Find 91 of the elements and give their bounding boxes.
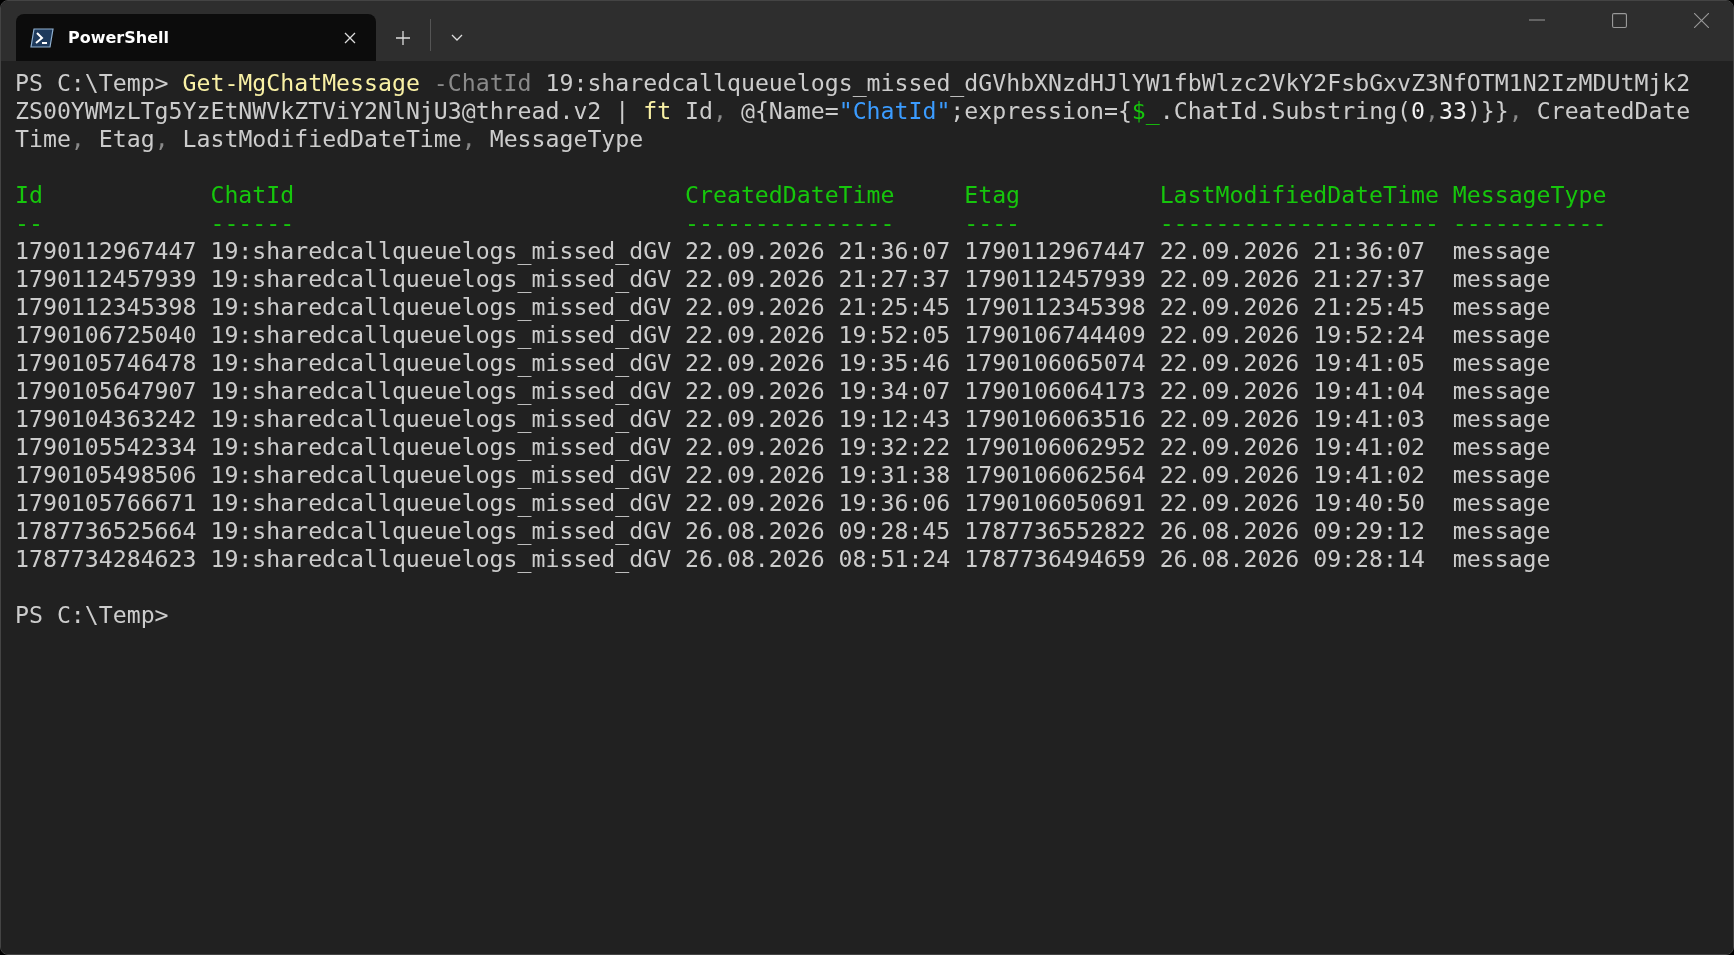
column-header: Id [15, 181, 43, 209]
table-cell: 26.08.2026 09:29:12 [1159, 517, 1425, 545]
table-cell: 1790105542334 [15, 433, 197, 461]
table-cell: 1790106744409 [964, 321, 1146, 349]
table-cell: 19:sharedcallqueuelogs_missed_dGV [210, 489, 672, 517]
table-cell: 22.09.2026 21:25:45 [1159, 293, 1425, 321]
new-tab-icon[interactable] [396, 31, 410, 45]
table-cell: 19:sharedcallqueuelogs_missed_dGV [210, 405, 672, 433]
table-cell: 19:sharedcallqueuelogs_missed_dGV [210, 237, 672, 265]
table-cell: message [1452, 237, 1551, 265]
terminal-tab[interactable]: PowerShell [16, 14, 376, 61]
table-cell: message [1452, 321, 1551, 349]
table-cell: 19:sharedcallqueuelogs_missed_dGV [210, 545, 672, 573]
table-cell: 1790112967447 [15, 237, 197, 265]
table-cell: message [1452, 461, 1551, 489]
table-cell: 1790106063516 [964, 405, 1146, 433]
maximize-icon[interactable] [1612, 12, 1627, 28]
table-cell: message [1452, 293, 1551, 321]
table-cell: 22.09.2026 21:27:37 [1159, 265, 1425, 293]
table-cell: 1790105766671 [15, 489, 197, 517]
table-cell: 22.09.2026 21:36:07 [1159, 237, 1425, 265]
header-underline: ---- [964, 209, 1021, 237]
table-cell: message [1452, 405, 1551, 433]
table-cell: 22.09.2026 19:32:22 [685, 433, 951, 461]
table-cell: 1787736525664 [15, 517, 197, 545]
table-cell: 22.09.2026 19:34:07 [685, 377, 951, 405]
table-cell: 26.08.2026 09:28:45 [685, 517, 951, 545]
table-cell: 22.09.2026 19:41:02 [1159, 461, 1425, 489]
table-cell: 19:sharedcallqueuelogs_missed_dGV [210, 321, 672, 349]
table-cell: 1790112457939 [15, 265, 197, 293]
table-cell: message [1452, 489, 1551, 517]
table-cell: 19:sharedcallqueuelogs_missed_dGV [210, 461, 672, 489]
table-cell: 1790106065074 [964, 349, 1146, 377]
header-underline: --------------- [685, 209, 895, 237]
table-cell: 1790106062564 [964, 461, 1146, 489]
table-cell: 1790106064173 [964, 377, 1146, 405]
terminal-prompt-icon [30, 27, 54, 48]
table-cell: 1787734284623 [15, 545, 197, 573]
table-cell: message [1452, 265, 1551, 293]
table-cell: 22.09.2026 19:36:06 [685, 489, 951, 517]
table-cell: 22.09.2026 19:12:43 [685, 405, 951, 433]
prompt: PS C:\Temp> [15, 601, 170, 629]
table-cell: message [1452, 349, 1551, 377]
header-underline: ------ [210, 209, 295, 237]
column-header: Etag [964, 181, 1021, 209]
table-cell: 1790112967447 [964, 237, 1146, 265]
table-cell: 22.09.2026 19:41:05 [1159, 349, 1425, 377]
table-cell: 22.09.2026 19:52:05 [685, 321, 951, 349]
table-cell: 22.09.2026 19:41:04 [1159, 377, 1425, 405]
table-cell: 1790106725040 [15, 321, 197, 349]
table-cell: 22.09.2026 21:36:07 [685, 237, 951, 265]
table-cell: 1790112345398 [15, 293, 197, 321]
table-cell: 1790106050691 [964, 489, 1146, 517]
table-cell: 19:sharedcallqueuelogs_missed_dGV [210, 377, 672, 405]
table-cell: 22.09.2026 19:35:46 [685, 349, 951, 377]
table-cell: 22.09.2026 19:40:50 [1159, 489, 1425, 517]
table-cell: 22.09.2026 19:41:02 [1159, 433, 1425, 461]
table-cell: 1790112345398 [964, 293, 1146, 321]
table-cell: 1787736552822 [964, 517, 1146, 545]
table-cell: 19:sharedcallqueuelogs_missed_dGV [210, 349, 672, 377]
table-cell: message [1452, 545, 1551, 573]
table-cell: 19:sharedcallqueuelogs_missed_dGV [210, 517, 672, 545]
table-cell: message [1452, 517, 1551, 545]
table-cell: 1787736494659 [964, 545, 1146, 573]
table-cell: 26.08.2026 09:28:14 [1159, 545, 1425, 573]
table-cell: 1790104363242 [15, 405, 197, 433]
column-header: ChatId [210, 181, 295, 209]
dropdown-caret-icon[interactable] [451, 34, 463, 42]
table-cell: 22.09.2026 19:31:38 [685, 461, 951, 489]
column-header: MessageType [1452, 181, 1607, 209]
table-cell: 22.09.2026 19:41:03 [1159, 405, 1425, 433]
column-header: LastModifiedDateTime [1159, 181, 1439, 209]
table-cell: 1790105647907 [15, 377, 197, 405]
table-cell: 19:sharedcallqueuelogs_missed_dGV [210, 265, 672, 293]
table-cell: 26.08.2026 08:51:24 [685, 545, 951, 573]
column-header: CreatedDateTime [685, 181, 895, 209]
table-cell: 19:sharedcallqueuelogs_missed_dGV [210, 293, 672, 321]
table-cell: 19:sharedcallqueuelogs_missed_dGV [210, 433, 672, 461]
table-cell: 22.09.2026 21:25:45 [685, 293, 951, 321]
header-underline: ----------- [1452, 209, 1607, 237]
table-cell: 22.09.2026 21:27:37 [685, 265, 951, 293]
header-underline: -------------------- [1159, 209, 1439, 237]
table-cell: 1790105746478 [15, 349, 197, 377]
table-cell: 22.09.2026 19:52:24 [1159, 321, 1425, 349]
table-cell: 1790112457939 [964, 265, 1146, 293]
table-cell: message [1452, 433, 1551, 461]
header-underline: -- [15, 209, 43, 237]
table-cell: 1790106062952 [964, 433, 1146, 461]
command-line: PS C:\Temp> Get-MgChatMessage -ChatId 19:sharedcallqueuelogs_missed_dGVhbXNzdHJlYW1fbWlzc2VkY2FsbGxvZ3NfOTM1N2IzMDUtMjk2ZS00YWMzLTg5YzEtNWVkZTViY2NlNjU3@thread.v2 | ft Id, @{Name="ChatId";expression={$_.ChatId.Substring(0,33)}}, CreatedDateTime, Etag, LastModifiedDateTime, MessageType [15, 69, 1692, 153]
table-cell: 1790105498506 [15, 461, 197, 489]
table-cell: message [1452, 377, 1551, 405]
